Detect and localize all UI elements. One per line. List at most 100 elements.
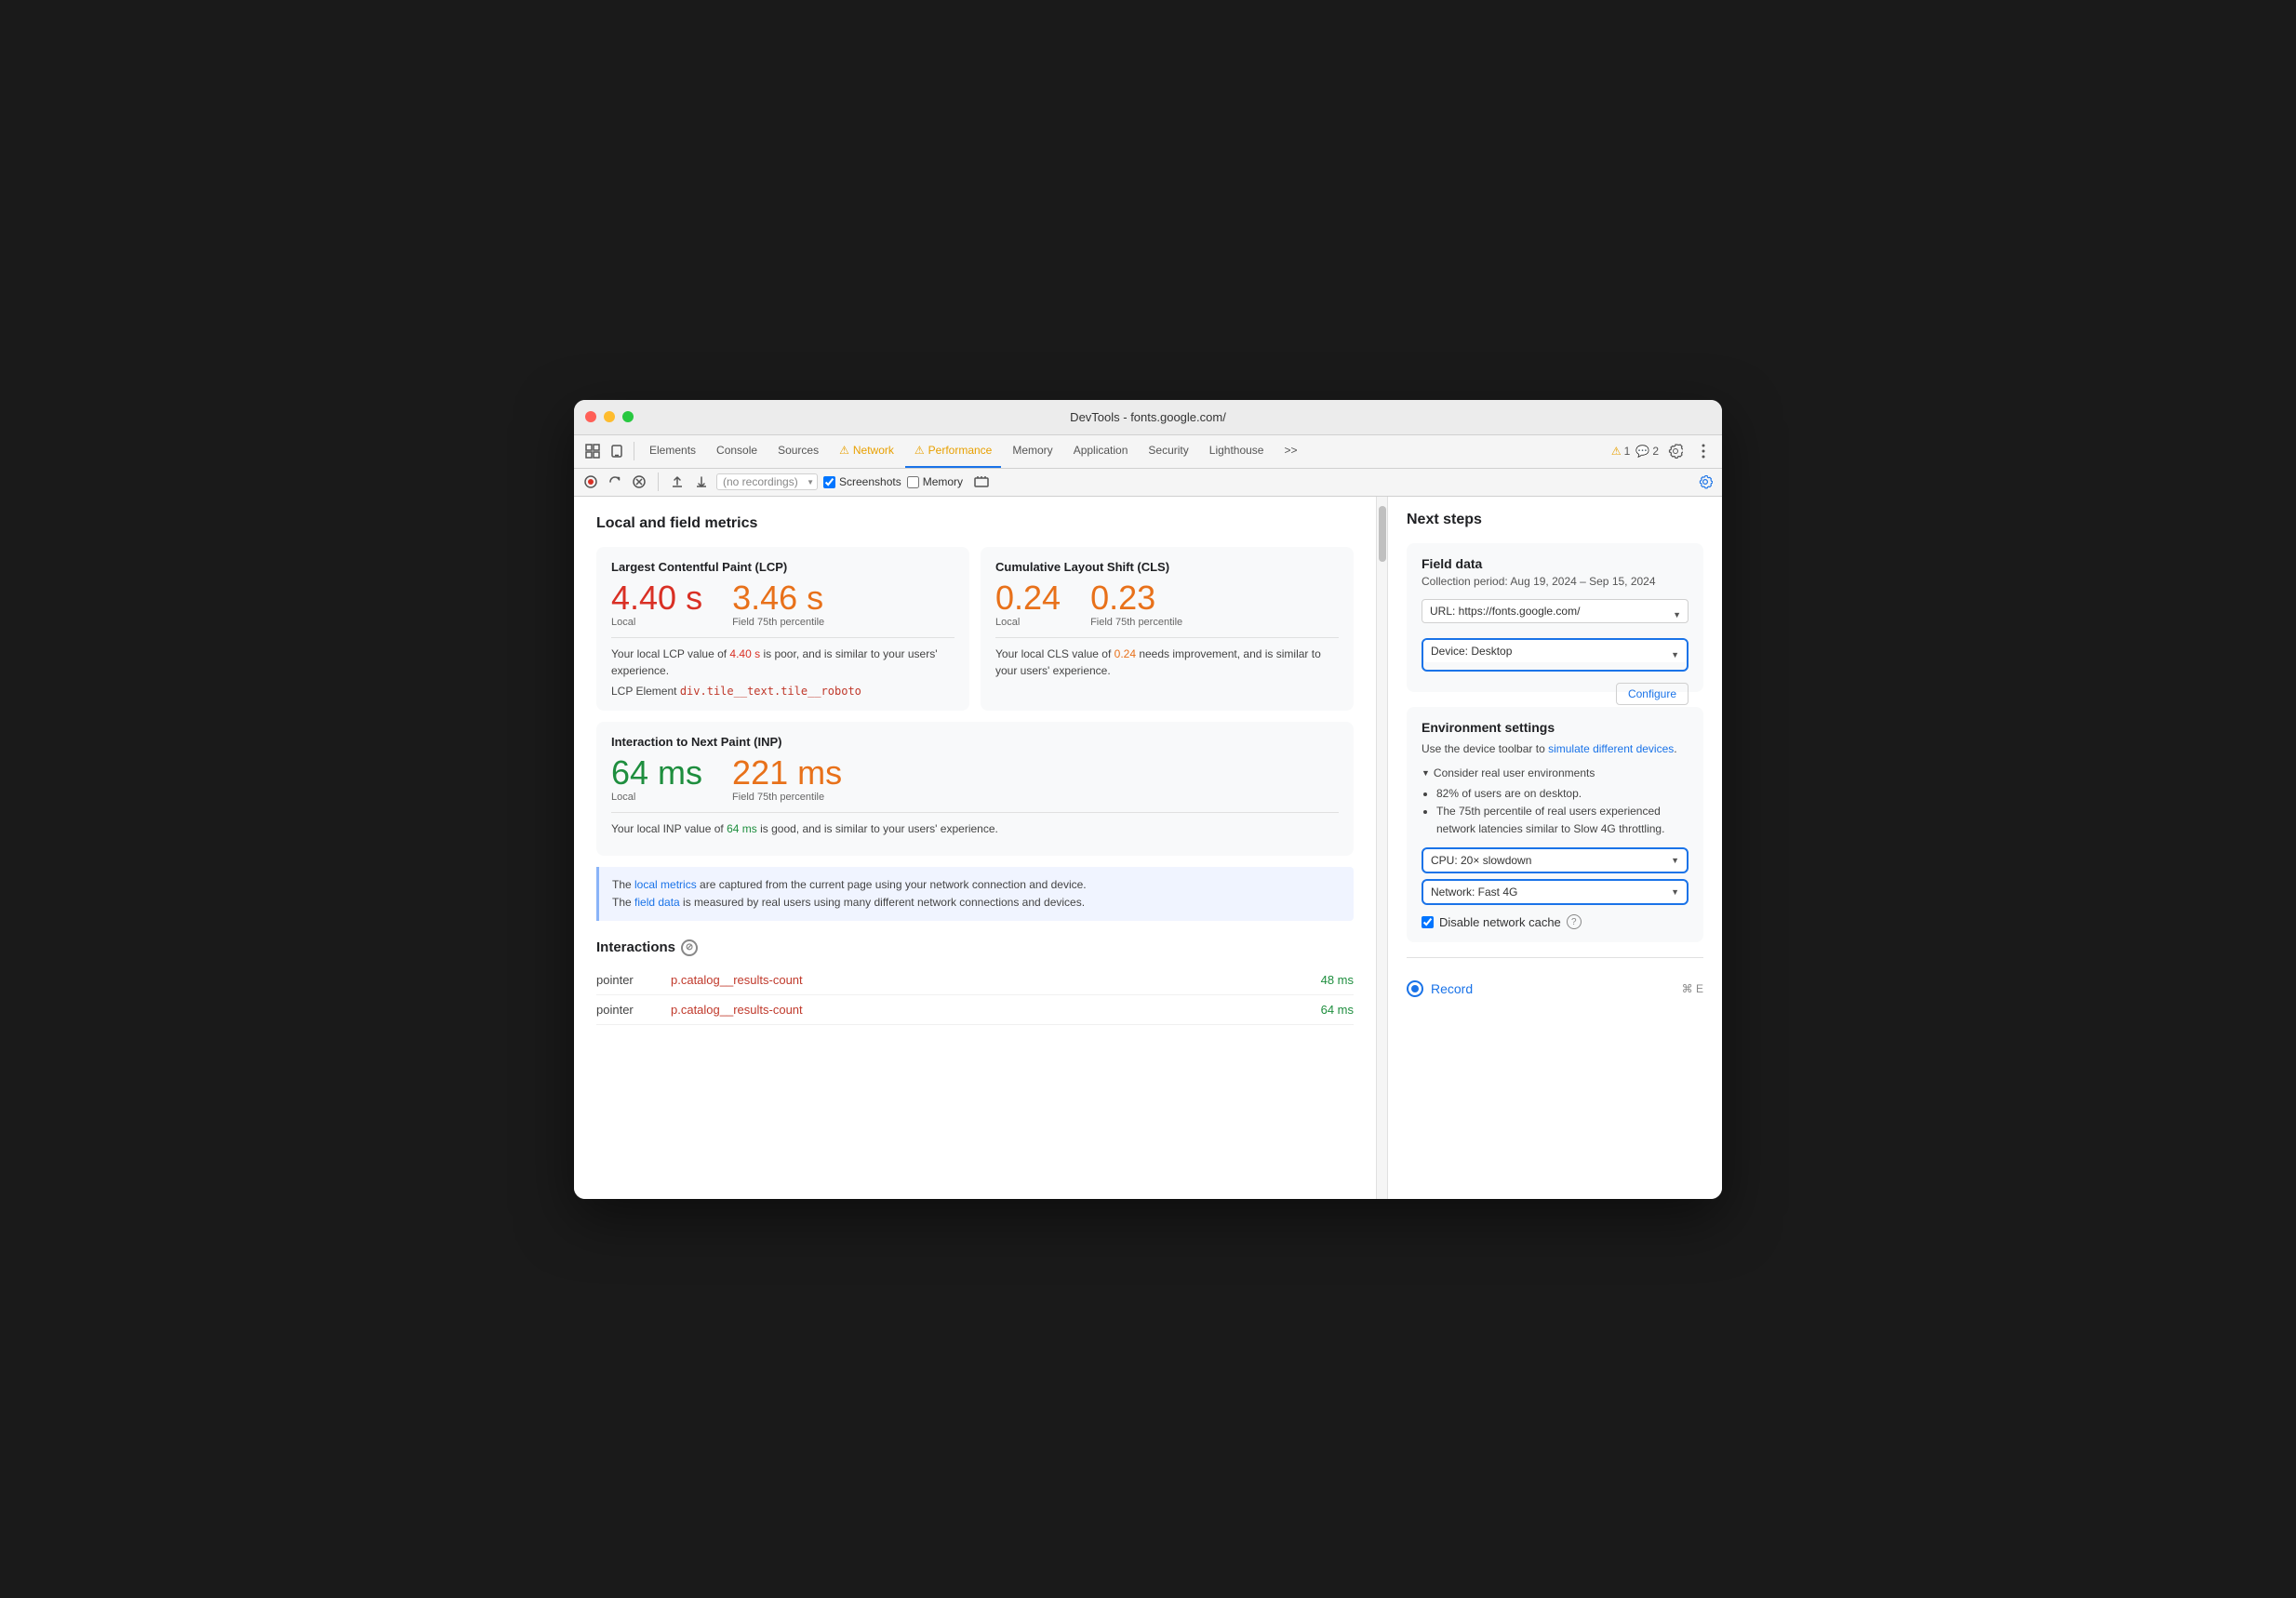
tab-network[interactable]: ⚠ Network	[830, 434, 903, 468]
inp-local-value: 64 ms	[611, 756, 702, 790]
cpu-select-wrapper[interactable]: CPU: 20× slowdown	[1422, 847, 1689, 873]
upload-icon[interactable]	[668, 473, 687, 491]
cls-card: Cumulative Layout Shift (CLS) 0.24 Local…	[981, 547, 1354, 711]
device-select[interactable]: Device: Desktop	[1423, 640, 1687, 662]
cls-title: Cumulative Layout Shift (CLS)	[995, 560, 1339, 574]
inp-field-label: Field 75th percentile	[732, 792, 842, 803]
triangle-icon: ▼	[1422, 768, 1430, 778]
cpu-select[interactable]: CPU: 20× slowdown	[1423, 849, 1687, 872]
close-button[interactable]	[585, 411, 596, 422]
right-panel: Next steps Field data Collection period:…	[1387, 497, 1722, 1199]
main-content: Local and field metrics Largest Contentf…	[574, 497, 1722, 1199]
record-dot-icon	[1407, 980, 1423, 997]
performance-settings-icon[interactable]	[1696, 473, 1715, 491]
performance-warning-icon: ⚠	[914, 444, 925, 457]
recording-select[interactable]: (no recordings)	[716, 473, 818, 490]
network-select-wrapper[interactable]: Network: Fast 4G	[1422, 879, 1689, 905]
interactions-icon: ⊘	[681, 939, 698, 956]
record-button[interactable]: Record	[1407, 980, 1473, 997]
metrics-grid: Largest Contentful Paint (LCP) 4.40 s Lo…	[596, 547, 1354, 711]
profile-icon[interactable]	[972, 473, 991, 491]
disable-cache-row: Disable network cache ?	[1422, 914, 1689, 929]
settings-icon[interactable]	[1664, 440, 1687, 462]
cls-field-label: Field 75th percentile	[1090, 617, 1182, 628]
screenshots-checkbox-label[interactable]: Screenshots	[823, 475, 901, 488]
lcp-field-group: 3.46 s Field 75th percentile	[732, 581, 824, 628]
page-title: Local and field metrics	[596, 515, 1354, 532]
simulate-devices-link[interactable]: simulate different devices	[1548, 742, 1674, 755]
inp-field-value: 221 ms	[732, 756, 842, 790]
tab-lighthouse[interactable]: Lighthouse	[1200, 434, 1274, 468]
info-line1: The local metrics are captured from the …	[612, 876, 1341, 894]
disable-cache-label: Disable network cache	[1439, 915, 1561, 929]
cls-field-value: 0.23	[1090, 581, 1182, 615]
env-selects: CPU: 20× slowdown Network: Fast 4G	[1422, 847, 1689, 905]
consider-title: ▼ Consider real user environments	[1422, 766, 1689, 779]
tab-elements[interactable]: Elements	[640, 434, 705, 468]
inspect-icon[interactable]	[581, 440, 604, 462]
tab-sources[interactable]: Sources	[768, 434, 828, 468]
device-select-row[interactable]: Device: Desktop	[1422, 638, 1689, 672]
memory-checkbox[interactable]	[907, 476, 919, 488]
devtools-tabs-bar: Elements Console Sources ⚠ Network ⚠ Per…	[574, 435, 1722, 469]
inp-title: Interaction to Next Paint (INP)	[611, 735, 1339, 749]
device-icon[interactable]	[606, 440, 628, 462]
download-icon[interactable]	[692, 473, 711, 491]
memory-checkbox-label[interactable]: Memory	[907, 475, 963, 488]
lcp-element: LCP Element div.tile__text.tile__roboto	[611, 685, 954, 698]
more-options-icon[interactable]	[1692, 440, 1715, 462]
lcp-values: 4.40 s Local 3.46 s Field 75th percentil…	[611, 581, 954, 628]
info-line2: The field data is measured by real users…	[612, 894, 1341, 912]
inp-values: 64 ms Local 221 ms Field 75th percentile	[611, 756, 1339, 803]
lcp-local-group: 4.40 s Local	[611, 581, 702, 628]
field-data-link[interactable]: field data	[634, 896, 680, 909]
table-row: pointer p.catalog__results-count 64 ms	[596, 995, 1354, 1025]
cls-local-group: 0.24 Local	[995, 581, 1061, 628]
field-data-period: Collection period: Aug 19, 2024 – Sep 15…	[1422, 575, 1689, 588]
cls-description: Your local CLS value of 0.24 needs impro…	[995, 646, 1339, 679]
url-select[interactable]: URL: https://fonts.google.com/	[1422, 599, 1689, 623]
error-badge: 💬 2	[1635, 445, 1659, 458]
scroll-thumb[interactable]	[1379, 506, 1386, 562]
record-toggle-icon[interactable]	[581, 473, 600, 491]
title-bar: DevTools - fonts.google.com/	[574, 400, 1722, 435]
maximize-button[interactable]	[622, 411, 634, 422]
tab-console[interactable]: Console	[707, 434, 767, 468]
minimize-button[interactable]	[604, 411, 615, 422]
refresh-icon[interactable]	[606, 473, 624, 491]
devtools-window: DevTools - fonts.google.com/ Elements Co…	[574, 400, 1722, 1199]
tab-memory[interactable]: Memory	[1003, 434, 1061, 468]
url-select-row[interactable]: URL: https://fonts.google.com/	[1422, 599, 1689, 631]
tab-security[interactable]: Security	[1139, 434, 1197, 468]
env-description: Use the device toolbar to simulate diffe…	[1422, 740, 1689, 757]
env-settings-title: Environment settings	[1422, 720, 1689, 735]
bullet-list: 82% of users are on desktop. The 75th pe…	[1422, 785, 1689, 839]
toolbar-right: ⚠ 1 💬 2	[1611, 440, 1715, 462]
cls-local-label: Local	[995, 617, 1061, 628]
local-metrics-link[interactable]: local metrics	[634, 878, 697, 891]
lcp-description: Your local LCP value of 4.40 s is poor, …	[611, 646, 954, 679]
disable-cache-checkbox[interactable]	[1422, 916, 1434, 928]
tab-more[interactable]: >>	[1275, 434, 1306, 468]
field-data-title: Field data	[1422, 556, 1689, 571]
configure-button[interactable]: Configure	[1616, 683, 1689, 705]
left-panel: Local and field metrics Largest Contentf…	[574, 497, 1376, 1199]
lcp-local-label: Local	[611, 617, 702, 628]
scrollbar[interactable]	[1376, 497, 1387, 1199]
list-item: The 75th percentile of real users experi…	[1436, 803, 1689, 838]
network-select[interactable]: Network: Fast 4G	[1423, 881, 1687, 903]
interactions-title: Interactions ⊘	[596, 939, 1354, 956]
inp-local-group: 64 ms Local	[611, 756, 702, 803]
field-data-card: Field data Collection period: Aug 19, 20…	[1407, 543, 1703, 692]
tab-application[interactable]: Application	[1064, 434, 1138, 468]
record-shortcut: ⌘ E	[1682, 982, 1703, 995]
window-title: DevTools - fonts.google.com/	[1070, 410, 1226, 424]
clear-icon[interactable]	[630, 473, 648, 491]
lcp-field-value: 3.46 s	[732, 581, 824, 615]
screenshots-checkbox[interactable]	[823, 476, 835, 488]
performance-toolbar: (no recordings) Screenshots Memory	[574, 469, 1722, 497]
tab-performance[interactable]: ⚠ Performance	[905, 434, 1001, 468]
recording-select-wrapper[interactable]: (no recordings)	[716, 473, 818, 490]
help-icon[interactable]: ?	[1567, 914, 1582, 929]
lcp-title: Largest Contentful Paint (LCP)	[611, 560, 954, 574]
